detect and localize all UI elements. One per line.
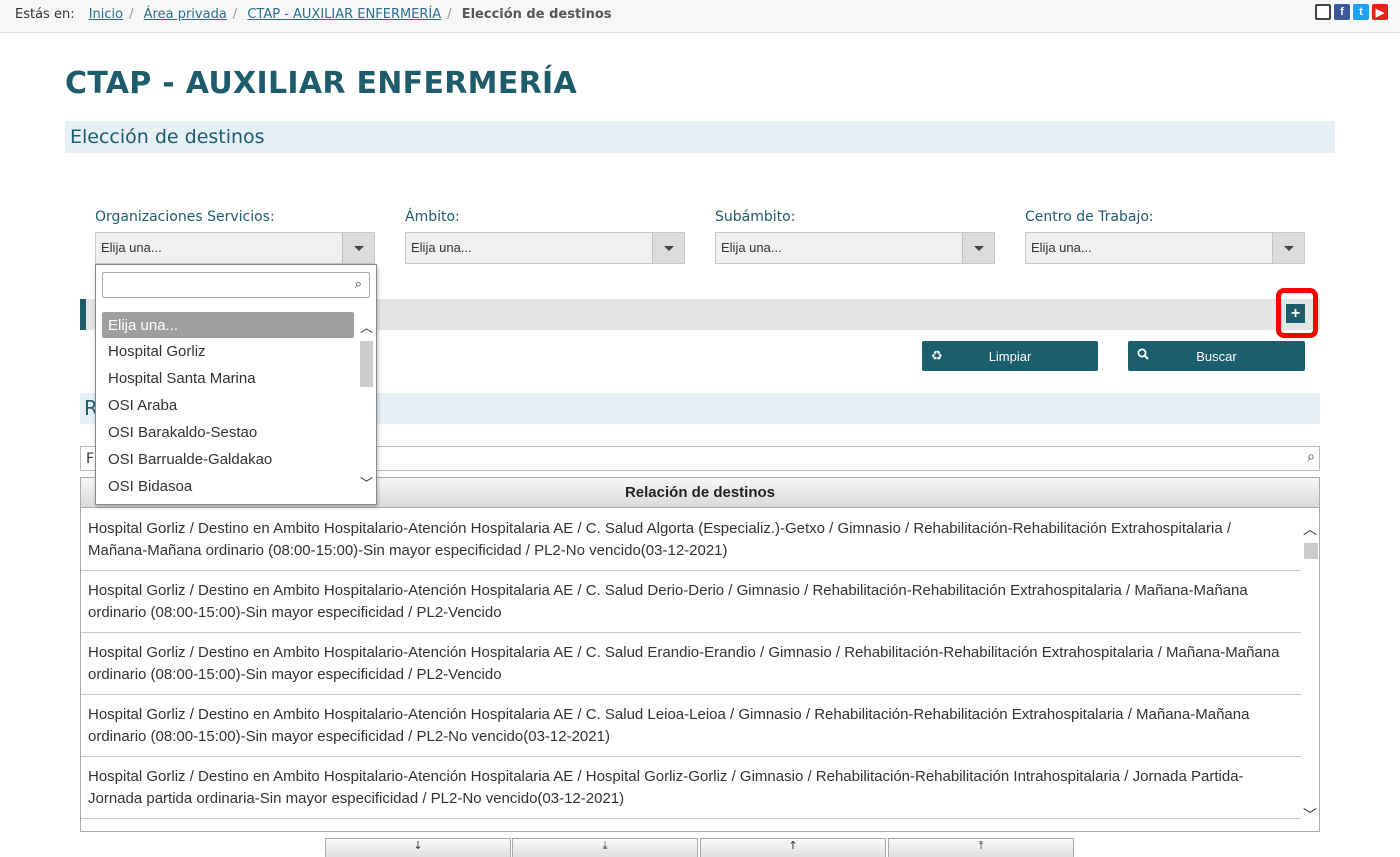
scrollbar-thumb[interactable] [1304, 543, 1318, 559]
clear-button-label: Limpiar [988, 348, 1032, 364]
top-bar: Estás en: Inicio / Área privada / CTAP - A… [0, 0, 1400, 33]
move-up-button[interactable]: ↑ [700, 838, 886, 857]
move-top-button[interactable]: ⤒ [888, 838, 1074, 857]
filter-label-centro-trabajo: Centro de Trabajo: [1025, 209, 1154, 225]
search-button-label: Buscar [1196, 348, 1237, 364]
tablet-icon[interactable] [1315, 4, 1331, 20]
organizaciones-select-value: Elija una... [101, 240, 162, 255]
dropdown-option[interactable]: Hospital Santa Marina [102, 365, 354, 392]
breadcrumb: Estás en: Inicio / Área privada / CTAP - A… [15, 7, 612, 22]
twitter-icon[interactable]: t [1353, 4, 1369, 20]
breadcrumb-prefix: Estás en: [15, 7, 75, 22]
breadcrumb-link-ctap[interactable]: CTAP - AUXILIAR ENFERMERÍA [247, 7, 441, 22]
move-down-button[interactable]: ↓ [325, 838, 511, 857]
centro-trabajo-select[interactable]: Elija una... [1025, 232, 1305, 264]
organizaciones-dropdown: ⌕ Elija una... Hospital Gorliz Hospital … [95, 264, 377, 505]
dropdown-scrollbar[interactable]: ︿ ﹀ [358, 315, 374, 495]
chevron-down-icon[interactable] [1272, 233, 1304, 263]
filter-subambito: Subámbito: Elija una... [715, 209, 995, 264]
table-row[interactable]: Hospital Gorliz / Destino en Ambito Hosp… [81, 633, 1301, 695]
breadcrumb-current: Elección de destinos [461, 7, 612, 22]
organizaciones-select[interactable]: Elija una... [95, 232, 375, 264]
facebook-icon[interactable]: f [1334, 4, 1350, 20]
clear-button[interactable]: ♻ Limpiar [922, 341, 1098, 371]
search-icon: ⌕ [1307, 449, 1315, 465]
page-title: CTAP - AUXILIAR ENFERMERÍA [65, 66, 577, 101]
expand-plus-button[interactable]: + [1286, 304, 1305, 323]
filter-organizaciones: Organizaciones Servicios: Elija una... [95, 209, 375, 264]
table-row[interactable]: Hospital Gorliz / Destino en Ambito Hosp… [81, 757, 1301, 819]
youtube-icon[interactable]: ▶ [1372, 4, 1388, 20]
table-row[interactable]: Hospital Gorliz / Destino en Ambito Hosp… [81, 509, 1301, 571]
ambito-select-value: Elija una... [411, 240, 472, 255]
table-row[interactable]: Hospital Gorliz / Destino en Ambito Hosp… [81, 571, 1301, 633]
search-icon: ⌕ [354, 277, 362, 292]
table-scrollbar[interactable]: ︿ ﹀ [1301, 509, 1319, 825]
table-body: Hospital Gorliz / Destino en Ambito Hosp… [81, 509, 1301, 819]
dropdown-search-input[interactable]: ⌕ [102, 272, 370, 298]
search-button[interactable]: Buscar [1128, 341, 1305, 371]
breadcrumb-link-inicio[interactable]: Inicio [89, 7, 123, 22]
dropdown-options: Elija una... Hospital Gorliz Hospital Sa… [102, 312, 354, 500]
table-row[interactable]: Hospital Gorliz / Destino en Ambito Hosp… [81, 695, 1301, 757]
dropdown-option[interactable]: Elija una... [102, 312, 354, 338]
breadcrumb-link-area-privada[interactable]: Área privada [144, 7, 227, 22]
move-bottom-button[interactable]: ⤓ [512, 838, 698, 857]
search-icon [1137, 348, 1149, 363]
section-header: Elección de destinos [65, 121, 1335, 153]
destinations-table: Relación de destinos Hospital Gorliz / D… [80, 477, 1320, 832]
subambito-select[interactable]: Elija una... [715, 232, 995, 264]
chevron-down-icon[interactable] [962, 233, 994, 263]
social-links: f t ▶ [1315, 4, 1388, 20]
ambito-select[interactable]: Elija una... [405, 232, 685, 264]
chevron-up-icon[interactable]: ︿ [1303, 519, 1317, 539]
centro-trabajo-select-value: Elija una... [1031, 240, 1092, 255]
dropdown-option[interactable]: OSI Araba [102, 392, 354, 419]
filter-centro-trabajo: Centro de Trabajo: Elija una... [1025, 209, 1305, 264]
scrollbar-thumb[interactable] [360, 341, 373, 387]
filter-label-organizaciones: Organizaciones Servicios: [95, 209, 275, 225]
results-filter-text: F [86, 451, 95, 467]
chevron-down-icon[interactable]: ﹀ [360, 473, 373, 492]
dropdown-option[interactable]: Hospital Gorliz [102, 338, 354, 365]
chevron-down-icon[interactable] [652, 233, 684, 263]
subambito-select-value: Elija una... [721, 240, 782, 255]
dropdown-option[interactable]: OSI Bidasoa [102, 473, 354, 500]
dropdown-option[interactable]: OSI Barakaldo-Sestao [102, 419, 354, 446]
filter-label-subambito: Subámbito: [715, 209, 796, 225]
filter-ambito: Ámbito: Elija una... [405, 209, 685, 264]
section-title: Elección de destinos [70, 126, 265, 148]
recycle-icon: ♻ [931, 348, 943, 363]
dropdown-option[interactable]: OSI Barrualde-Galdakao [102, 446, 354, 473]
filter-label-ambito: Ámbito: [405, 209, 460, 225]
chevron-up-icon[interactable]: ︿ [360, 317, 373, 336]
chevron-down-icon[interactable] [342, 233, 374, 263]
chevron-down-icon[interactable]: ﹀ [1303, 805, 1317, 825]
